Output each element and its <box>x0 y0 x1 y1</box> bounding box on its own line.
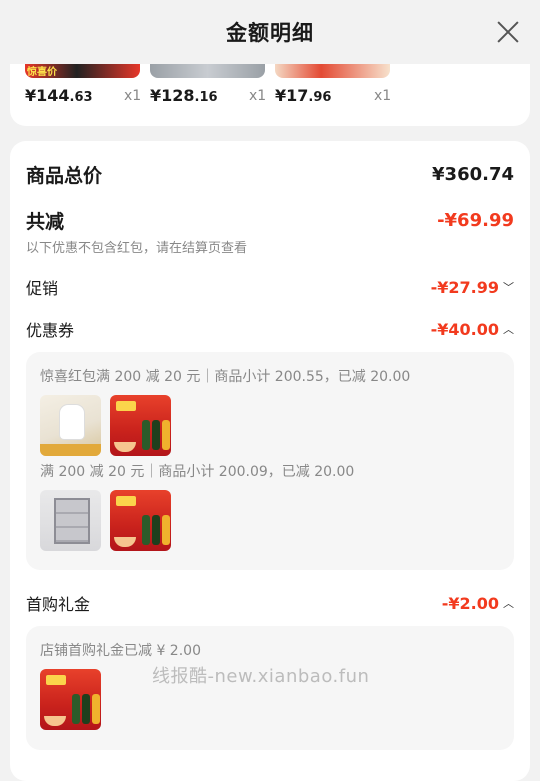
first-gift-value: -¥2.00 <box>441 593 499 613</box>
close-icon[interactable] <box>496 20 520 44</box>
product-image-storage-cart[interactable] <box>40 490 101 551</box>
item-qty-1: x1 <box>124 88 142 104</box>
product-image-kettle[interactable] <box>40 395 101 456</box>
watermark: 线报酷-new.xianbao.fun <box>152 666 370 687</box>
coupon-value: -¥40.00 <box>430 319 499 339</box>
promo-row[interactable]: 促销 -¥27.99 ﹀ <box>26 275 514 299</box>
product-thumb-1[interactable]: 惊喜价 <box>25 64 140 78</box>
product-thumb-2[interactable] <box>150 64 265 78</box>
coupon-label: 优惠券 <box>26 321 75 340</box>
chevron-up-icon[interactable]: ︿ <box>503 321 514 337</box>
item-price-3: ¥17.96 <box>275 86 332 105</box>
coupon-row[interactable]: 优惠券 -¥40.00 ︿ <box>26 317 514 341</box>
first-gift-row[interactable]: 首购礼金 -¥2.00 ︿ <box>26 591 514 615</box>
promo-value: -¥27.99 <box>430 277 499 297</box>
coupon-line-2: 满 200 减 20 元｜商品小计 200.09，已减 20.00 <box>40 464 355 480</box>
page-title: 金额明细 <box>226 21 314 45</box>
total-value: ¥360.74 <box>432 164 514 185</box>
chevron-up-icon[interactable]: ︿ <box>503 595 514 611</box>
total-label: 商品总价 <box>26 165 103 187</box>
first-gift-label: 首购礼金 <box>26 595 91 614</box>
promo-label: 促销 <box>26 279 59 298</box>
discount-label: 共减 <box>26 211 65 233</box>
item-price-2: ¥128.16 <box>150 86 218 105</box>
product-strip: 惊喜价 ¥144.63 x1 ¥128.16 x1 ¥17.96 x1 <box>10 64 530 126</box>
product-image-soy-sauce[interactable] <box>110 490 171 551</box>
first-gift-line: 店铺首购礼金已减 ¥ 2.00 <box>40 643 201 659</box>
item-price-1: ¥144.63 <box>25 86 93 105</box>
discount-value: -¥69.99 <box>437 210 514 231</box>
product-image-soy-sauce[interactable] <box>110 395 171 456</box>
coupon-detail-panel: 惊喜红包满 200 减 20 元｜商品小计 200.55，已减 20.00 满 … <box>26 352 514 570</box>
item-qty-2: x1 <box>249 88 267 104</box>
coupon-line-1: 惊喜红包满 200 减 20 元｜商品小计 200.55，已减 20.00 <box>40 369 411 385</box>
promo-banner-label: 惊喜价 <box>27 67 57 78</box>
discount-note: 以下优惠不包含红包，请在结算页查看 <box>26 241 248 256</box>
total-row: 商品总价 ¥360.74 <box>26 161 514 188</box>
discount-row: 共减 -¥69.99 <box>26 207 514 234</box>
item-qty-3: x1 <box>374 88 392 104</box>
chevron-down-icon[interactable]: ﹀ <box>503 279 514 295</box>
product-thumb-3[interactable] <box>275 64 390 78</box>
first-gift-panel: 店铺首购礼金已减 ¥ 2.00 <box>26 626 514 750</box>
product-image-soy-sauce[interactable] <box>40 669 101 730</box>
header: 金额明细 <box>0 0 540 64</box>
